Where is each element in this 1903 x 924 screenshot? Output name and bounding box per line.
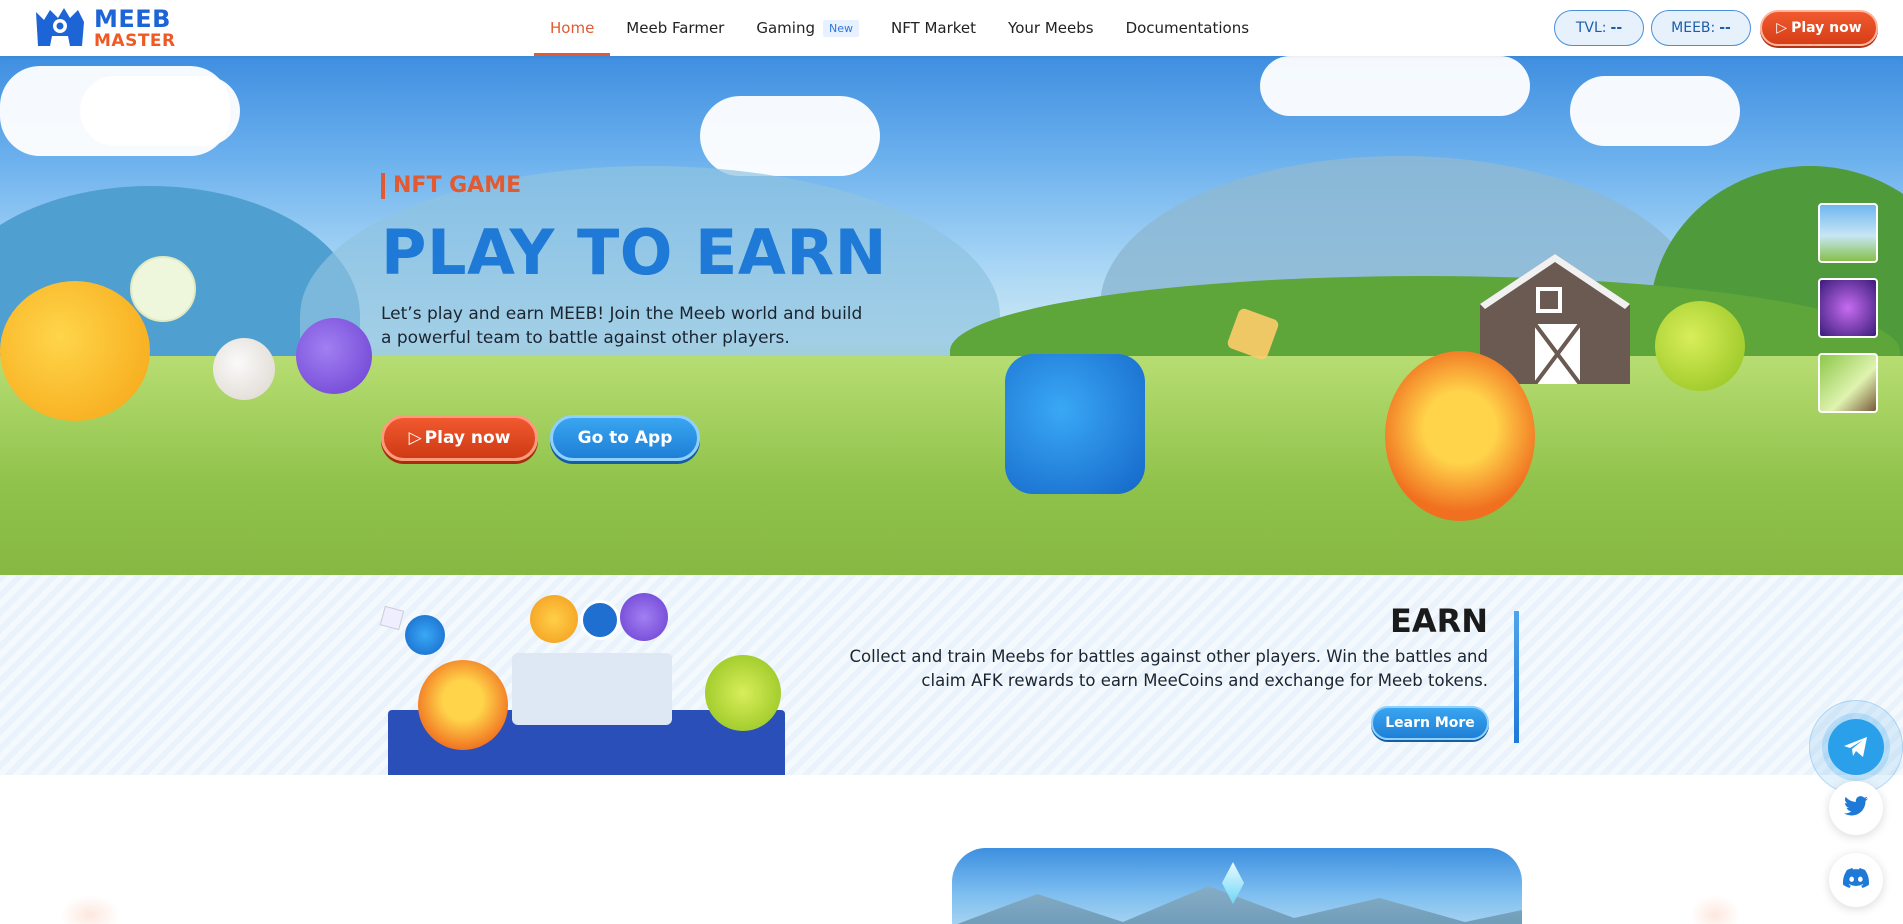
brand-line1: MEEB xyxy=(94,4,171,33)
nav-nft-market-label: NFT Market xyxy=(890,19,977,37)
brand-line2: MASTER xyxy=(94,30,176,51)
cloud xyxy=(1260,56,1530,116)
play-icon: ▷ xyxy=(1776,20,1788,36)
earn-section: EARN Collect and train Meebs for battles… xyxy=(0,575,1903,775)
hero-banner: NFT GAME PLAY TO EARN Let’s play and ear… xyxy=(0,56,1903,575)
white-meeb-character xyxy=(213,338,275,400)
hero-title: PLAY TO EARN xyxy=(381,216,888,289)
meeb-coin-icon xyxy=(580,600,620,640)
header-play-button[interactable]: ▷ Play now xyxy=(1760,10,1878,46)
nav-meeb-farmer[interactable]: Meeb Farmer xyxy=(610,0,740,56)
cloud xyxy=(1570,76,1740,146)
nav-documentations[interactable]: Documentations xyxy=(1110,0,1265,56)
barn-image xyxy=(1480,254,1630,386)
twitter-button[interactable] xyxy=(1829,781,1883,835)
meeb-logo-icon xyxy=(30,6,90,50)
telegram-button[interactable] xyxy=(1809,700,1903,794)
yellow-meeb-character xyxy=(0,281,150,421)
hero-thumbnails xyxy=(1818,203,1878,413)
nav-your-meebs[interactable]: Your Meebs xyxy=(992,0,1110,56)
go-to-app-button[interactable]: Go to App xyxy=(550,415,700,461)
nav-documentations-label: Documentations xyxy=(1125,19,1250,37)
tvl-pill[interactable]: TVL: -- xyxy=(1554,10,1644,46)
blue-meeb-character xyxy=(405,615,445,655)
cloud xyxy=(80,76,240,146)
discord-icon xyxy=(1843,868,1869,892)
yellow-meeb-character xyxy=(530,595,578,643)
meeb-label: MEEB: xyxy=(1671,20,1716,36)
earn-machine-tray xyxy=(512,653,672,725)
new-badge: New xyxy=(822,19,859,37)
nav-gaming-label: Gaming xyxy=(756,19,815,37)
tvl-value: -- xyxy=(1610,20,1623,36)
discord-button[interactable] xyxy=(1829,853,1883,907)
earn-accent-bar xyxy=(1514,611,1519,743)
cloud xyxy=(700,96,880,176)
green-meeb-character xyxy=(1655,301,1745,391)
meeb-value: -- xyxy=(1719,20,1731,36)
thumbnail-3[interactable] xyxy=(1818,353,1878,413)
nav-your-meebs-label: Your Meebs xyxy=(1008,19,1094,37)
nav-home-label: Home xyxy=(550,19,595,37)
learn-more-button[interactable]: Learn More xyxy=(1371,706,1489,740)
nav-nft-market[interactable]: NFT Market xyxy=(875,0,992,56)
earn-description: Collect and train Meebs for battles agai… xyxy=(849,647,1488,690)
decorative-flame-right xyxy=(1690,895,1740,924)
hero-description: Let’s play and earn MEEB! Join the Meeb … xyxy=(381,304,863,348)
nav-home[interactable]: Home xyxy=(534,0,611,56)
purple-meeb-character xyxy=(296,318,372,394)
purple-meeb-character xyxy=(620,593,668,641)
decorative-flame-left xyxy=(60,895,120,924)
meeb-price-pill[interactable]: MEEB: -- xyxy=(1651,10,1751,46)
dice-icon xyxy=(379,605,405,631)
hero-eyebrow: NFT GAME xyxy=(381,173,521,199)
dice-bubble xyxy=(130,256,196,322)
hero-play-button[interactable]: ▷ Play now xyxy=(381,415,538,461)
nav-gaming[interactable]: Gaming New xyxy=(740,0,875,56)
meadow xyxy=(0,356,1903,575)
blue-meeb-character xyxy=(1005,354,1145,494)
nav-meeb-farmer-label: Meeb Farmer xyxy=(626,19,725,37)
orange-meeb-character xyxy=(1385,351,1535,521)
brand-logo[interactable]: MEEB MASTER xyxy=(30,5,180,51)
twitter-icon xyxy=(1844,796,1868,820)
telegram-icon xyxy=(1828,719,1884,775)
thumbnail-2[interactable] xyxy=(1818,278,1878,338)
tvl-label: TVL: xyxy=(1575,20,1607,36)
top-header: MEEB MASTER Home Meeb Farmer Gaming New N… xyxy=(0,0,1903,56)
orange-meeb-character xyxy=(418,660,508,750)
thumbnail-1[interactable] xyxy=(1818,203,1878,263)
main-nav: Home Meeb Farmer Gaming New NFT Market Yo… xyxy=(534,0,1265,56)
feature-image-card xyxy=(952,848,1522,924)
header-play-label: Play now xyxy=(1791,20,1862,36)
green-meeb-character xyxy=(705,655,781,731)
earn-title: EARN xyxy=(1389,602,1488,640)
play-icon: ▷ xyxy=(408,428,422,448)
hero-play-label: Play now xyxy=(424,428,511,448)
